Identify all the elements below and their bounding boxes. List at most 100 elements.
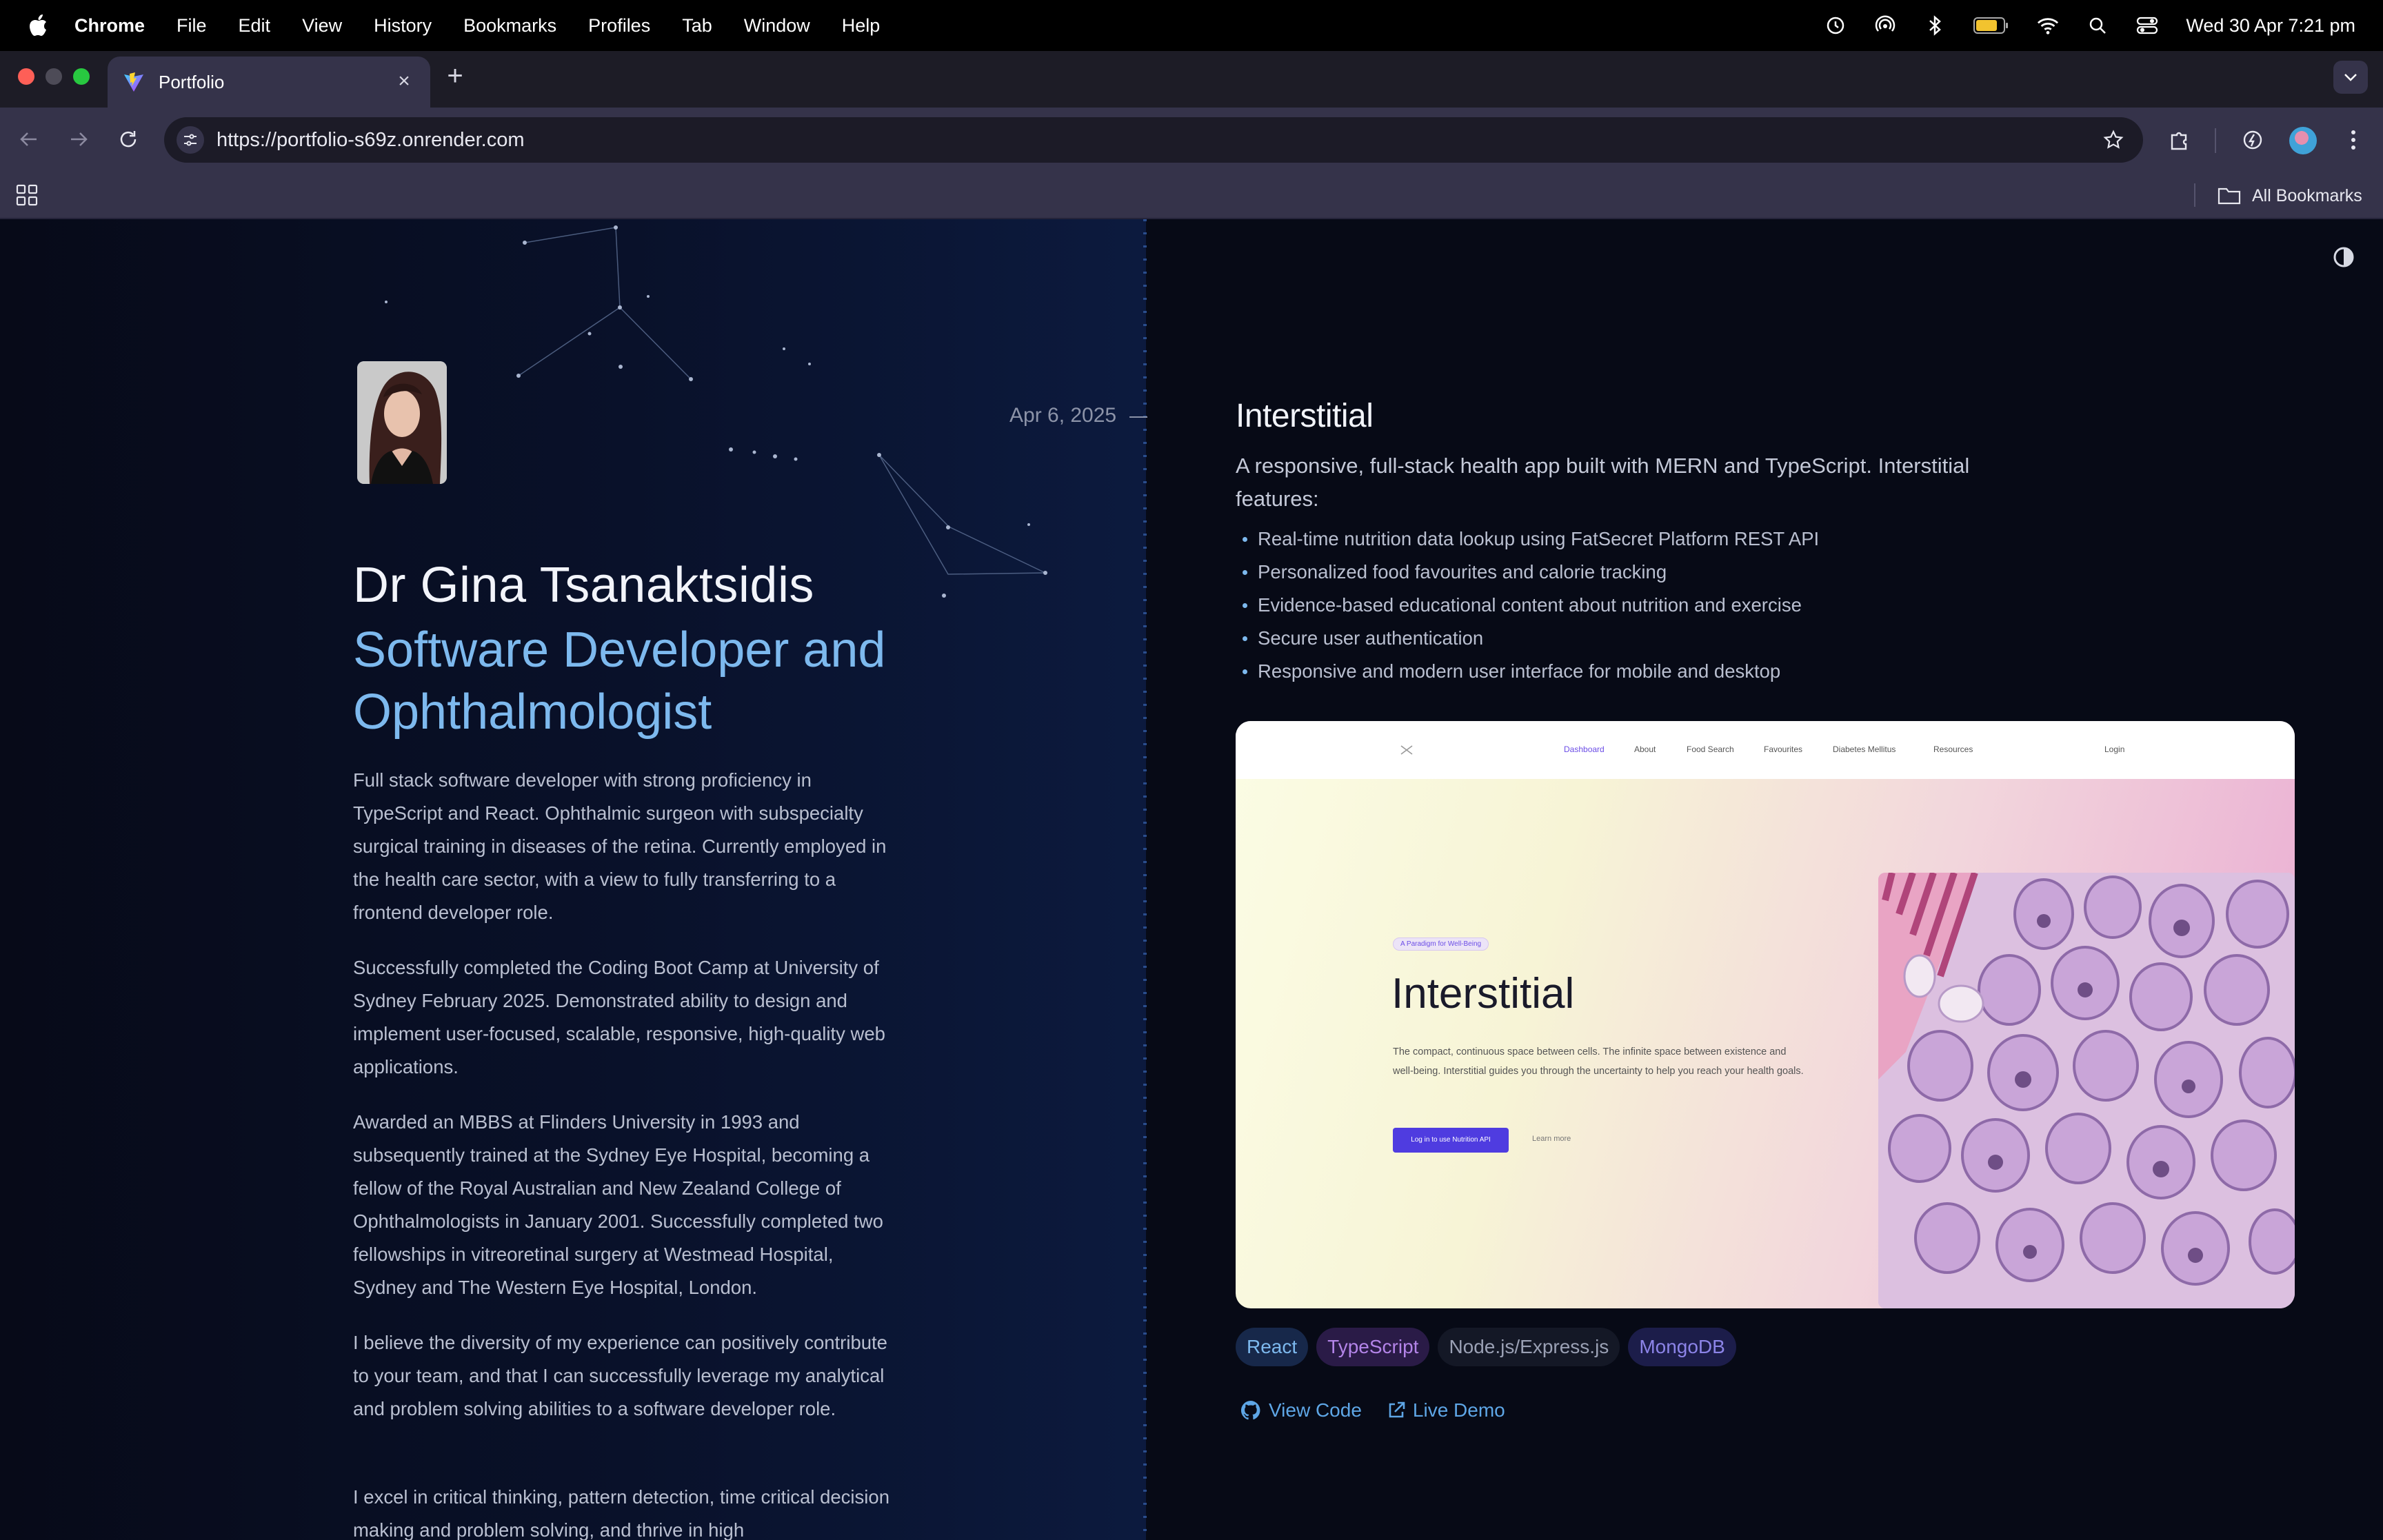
preview-nav-item: Diabetes Mellitus — [1833, 744, 1896, 754]
bio-paragraph: Successfully completed the Coding Boot C… — [353, 957, 885, 1077]
vite-logo-icon — [124, 72, 143, 92]
back-button[interactable] — [15, 125, 43, 153]
page-viewport: Dr Gina Tsanaktsidis Software Developer … — [0, 219, 2383, 1540]
arrow-right-icon — [71, 132, 88, 146]
menu-profiles[interactable]: Profiles — [588, 15, 650, 37]
tab-portfolio[interactable]: Portfolio × — [108, 57, 430, 108]
project-description: A responsive, full-stack health app buil… — [1236, 454, 1970, 511]
more-menu-icon[interactable] — [2339, 125, 2368, 154]
apps-grid-icon[interactable] — [15, 183, 39, 207]
project-date: Apr 6, 2025 — [1009, 404, 1117, 427]
project-screenshot[interactable]: Dashboard About Food Search Favourites D… — [1236, 721, 2295, 1308]
preview-login: Login — [2104, 744, 2125, 754]
bluetooth-icon[interactable] — [1924, 14, 1946, 37]
performance-icon[interactable] — [2238, 125, 2267, 154]
bookmark-star-icon[interactable] — [2100, 127, 2126, 153]
tag-react: React — [1236, 1328, 1309, 1366]
feature-item: Responsive and modern user interface for… — [1241, 655, 1819, 688]
tab-search-button[interactable] — [2333, 61, 2368, 94]
browser-toolbar: https://portfolio-s69z.onrender.com — [0, 108, 2383, 172]
menu-bookmarks[interactable]: Bookmarks — [463, 15, 556, 37]
wifi-icon[interactable] — [2037, 14, 2059, 37]
preview-logo-icon — [1400, 745, 1413, 755]
bookmarks-separator — [2194, 183, 2195, 207]
battery-icon[interactable] — [1973, 14, 2009, 37]
preview-nav-item: Resources — [1933, 744, 1973, 754]
address-bar-url[interactable]: https://portfolio-s69z.onrender.com — [217, 117, 525, 163]
address-bar[interactable]: https://portfolio-s69z.onrender.com — [164, 117, 2143, 163]
profile-name: Dr Gina Tsanaktsidis — [353, 558, 814, 613]
timeline-tick — [1129, 416, 1147, 418]
preview-nav-item: Dashboard — [1564, 744, 1605, 754]
feature-item: Real-time nutrition data lookup using Fa… — [1241, 523, 1819, 556]
preview-learn-more: Learn more — [1532, 1135, 1571, 1143]
extensions-icon[interactable] — [2165, 125, 2194, 154]
window-minimize-button[interactable] — [46, 68, 62, 85]
window-close-button[interactable] — [18, 68, 34, 85]
reload-icon — [120, 131, 137, 148]
view-code-link[interactable]: View Code — [1240, 1399, 1362, 1421]
preview-title: Interstitial — [1391, 970, 1575, 1017]
chevron-down-icon — [2344, 74, 2357, 81]
bio-paragraph: I believe the diversity of my experience… — [353, 1332, 887, 1419]
browser-tab-strip: Portfolio × + — [0, 51, 2383, 108]
theme-toggle-icon[interactable] — [2332, 245, 2355, 269]
folder-icon — [2218, 188, 2241, 205]
feature-item: Evidence-based educational content about… — [1241, 589, 1819, 622]
tag-typescript: TypeScript — [1316, 1328, 1430, 1366]
tag-nodejs: Node.js/Express.js — [1438, 1328, 1620, 1366]
preview-text: The compact, continuous space between ce… — [1393, 1046, 1804, 1077]
tag-mongodb: MongoDB — [1628, 1328, 1736, 1366]
forward-button[interactable] — [65, 125, 92, 153]
all-bookmarks-label: All Bookmarks — [2252, 185, 2362, 205]
preview-nav-item: Food Search — [1687, 744, 1734, 754]
site-info-icon[interactable] — [177, 126, 204, 154]
external-link-icon — [1389, 1401, 1405, 1418]
menu-view[interactable]: View — [302, 15, 342, 37]
live-demo-label: Live Demo — [1412, 1399, 1505, 1421]
bio-paragraph: Awarded an MBBS at Flinders University i… — [353, 1111, 883, 1298]
arrow-left-icon — [20, 132, 37, 146]
control-center-icon[interactable] — [2136, 14, 2158, 37]
time-machine-icon[interactable] — [1824, 14, 1847, 37]
preview-nav-item: Favourites — [1764, 744, 1803, 754]
menu-edit[interactable]: Edit — [239, 15, 271, 37]
menu-help[interactable]: Help — [842, 15, 881, 37]
bio-paragraph: I excel in critical thinking, pattern de… — [353, 1486, 889, 1540]
feature-item: Secure user authentication — [1241, 622, 1819, 655]
feature-item: Personalized food favourites and calorie… — [1241, 556, 1819, 589]
new-tab-button[interactable]: + — [441, 62, 469, 90]
profile-avatar[interactable] — [2289, 127, 2317, 154]
bookmarks-bar: All Bookmarks — [0, 172, 2383, 219]
macos-menu-bar: Chrome File Edit View History Bookmarks … — [0, 0, 2383, 51]
apple-icon[interactable] — [28, 14, 48, 37]
menu-history[interactable]: History — [374, 15, 432, 37]
airdrop-icon[interactable] — [1874, 14, 1896, 37]
bio-paragraph: Full stack software developer with stron… — [353, 769, 887, 923]
project-links: View Code Live Demo — [1240, 1399, 1505, 1421]
menu-file[interactable]: File — [177, 15, 207, 37]
profile-role: Software Developer and Ophthalmologist — [353, 622, 886, 740]
project-features-list: Real-time nutrition data lookup using Fa… — [1241, 523, 1819, 688]
project-title: Interstitial — [1236, 398, 1374, 434]
preview-navbar: Dashboard About Food Search Favourites D… — [1236, 721, 2295, 779]
tab-title: Portfolio — [159, 71, 225, 92]
preview-login-button: Log in to use Nutrition API — [1393, 1128, 1509, 1153]
tab-close-icon[interactable]: × — [393, 70, 415, 92]
menu-bar-clock[interactable]: Wed 30 Apr 7:21 pm — [2186, 15, 2355, 37]
live-demo-link[interactable]: Live Demo — [1387, 1399, 1505, 1421]
reload-button[interactable] — [114, 125, 142, 153]
menu-app-name[interactable]: Chrome — [74, 15, 145, 37]
preview-badge: A Paradigm for Well-Being — [1393, 938, 1489, 951]
menu-window[interactable]: Window — [744, 15, 810, 37]
preview-nav-item: About — [1634, 744, 1656, 754]
spotlight-icon[interactable] — [2087, 14, 2109, 37]
view-code-label: View Code — [1269, 1399, 1362, 1421]
profile-photo — [357, 361, 447, 484]
all-bookmarks-button[interactable]: All Bookmarks — [2218, 172, 2362, 219]
menu-tab[interactable]: Tab — [682, 15, 712, 37]
github-icon — [1240, 1401, 1260, 1420]
window-zoom-button[interactable] — [73, 68, 90, 85]
preview-histology-image — [1878, 873, 2295, 1308]
toolbar-separator — [2215, 128, 2216, 153]
